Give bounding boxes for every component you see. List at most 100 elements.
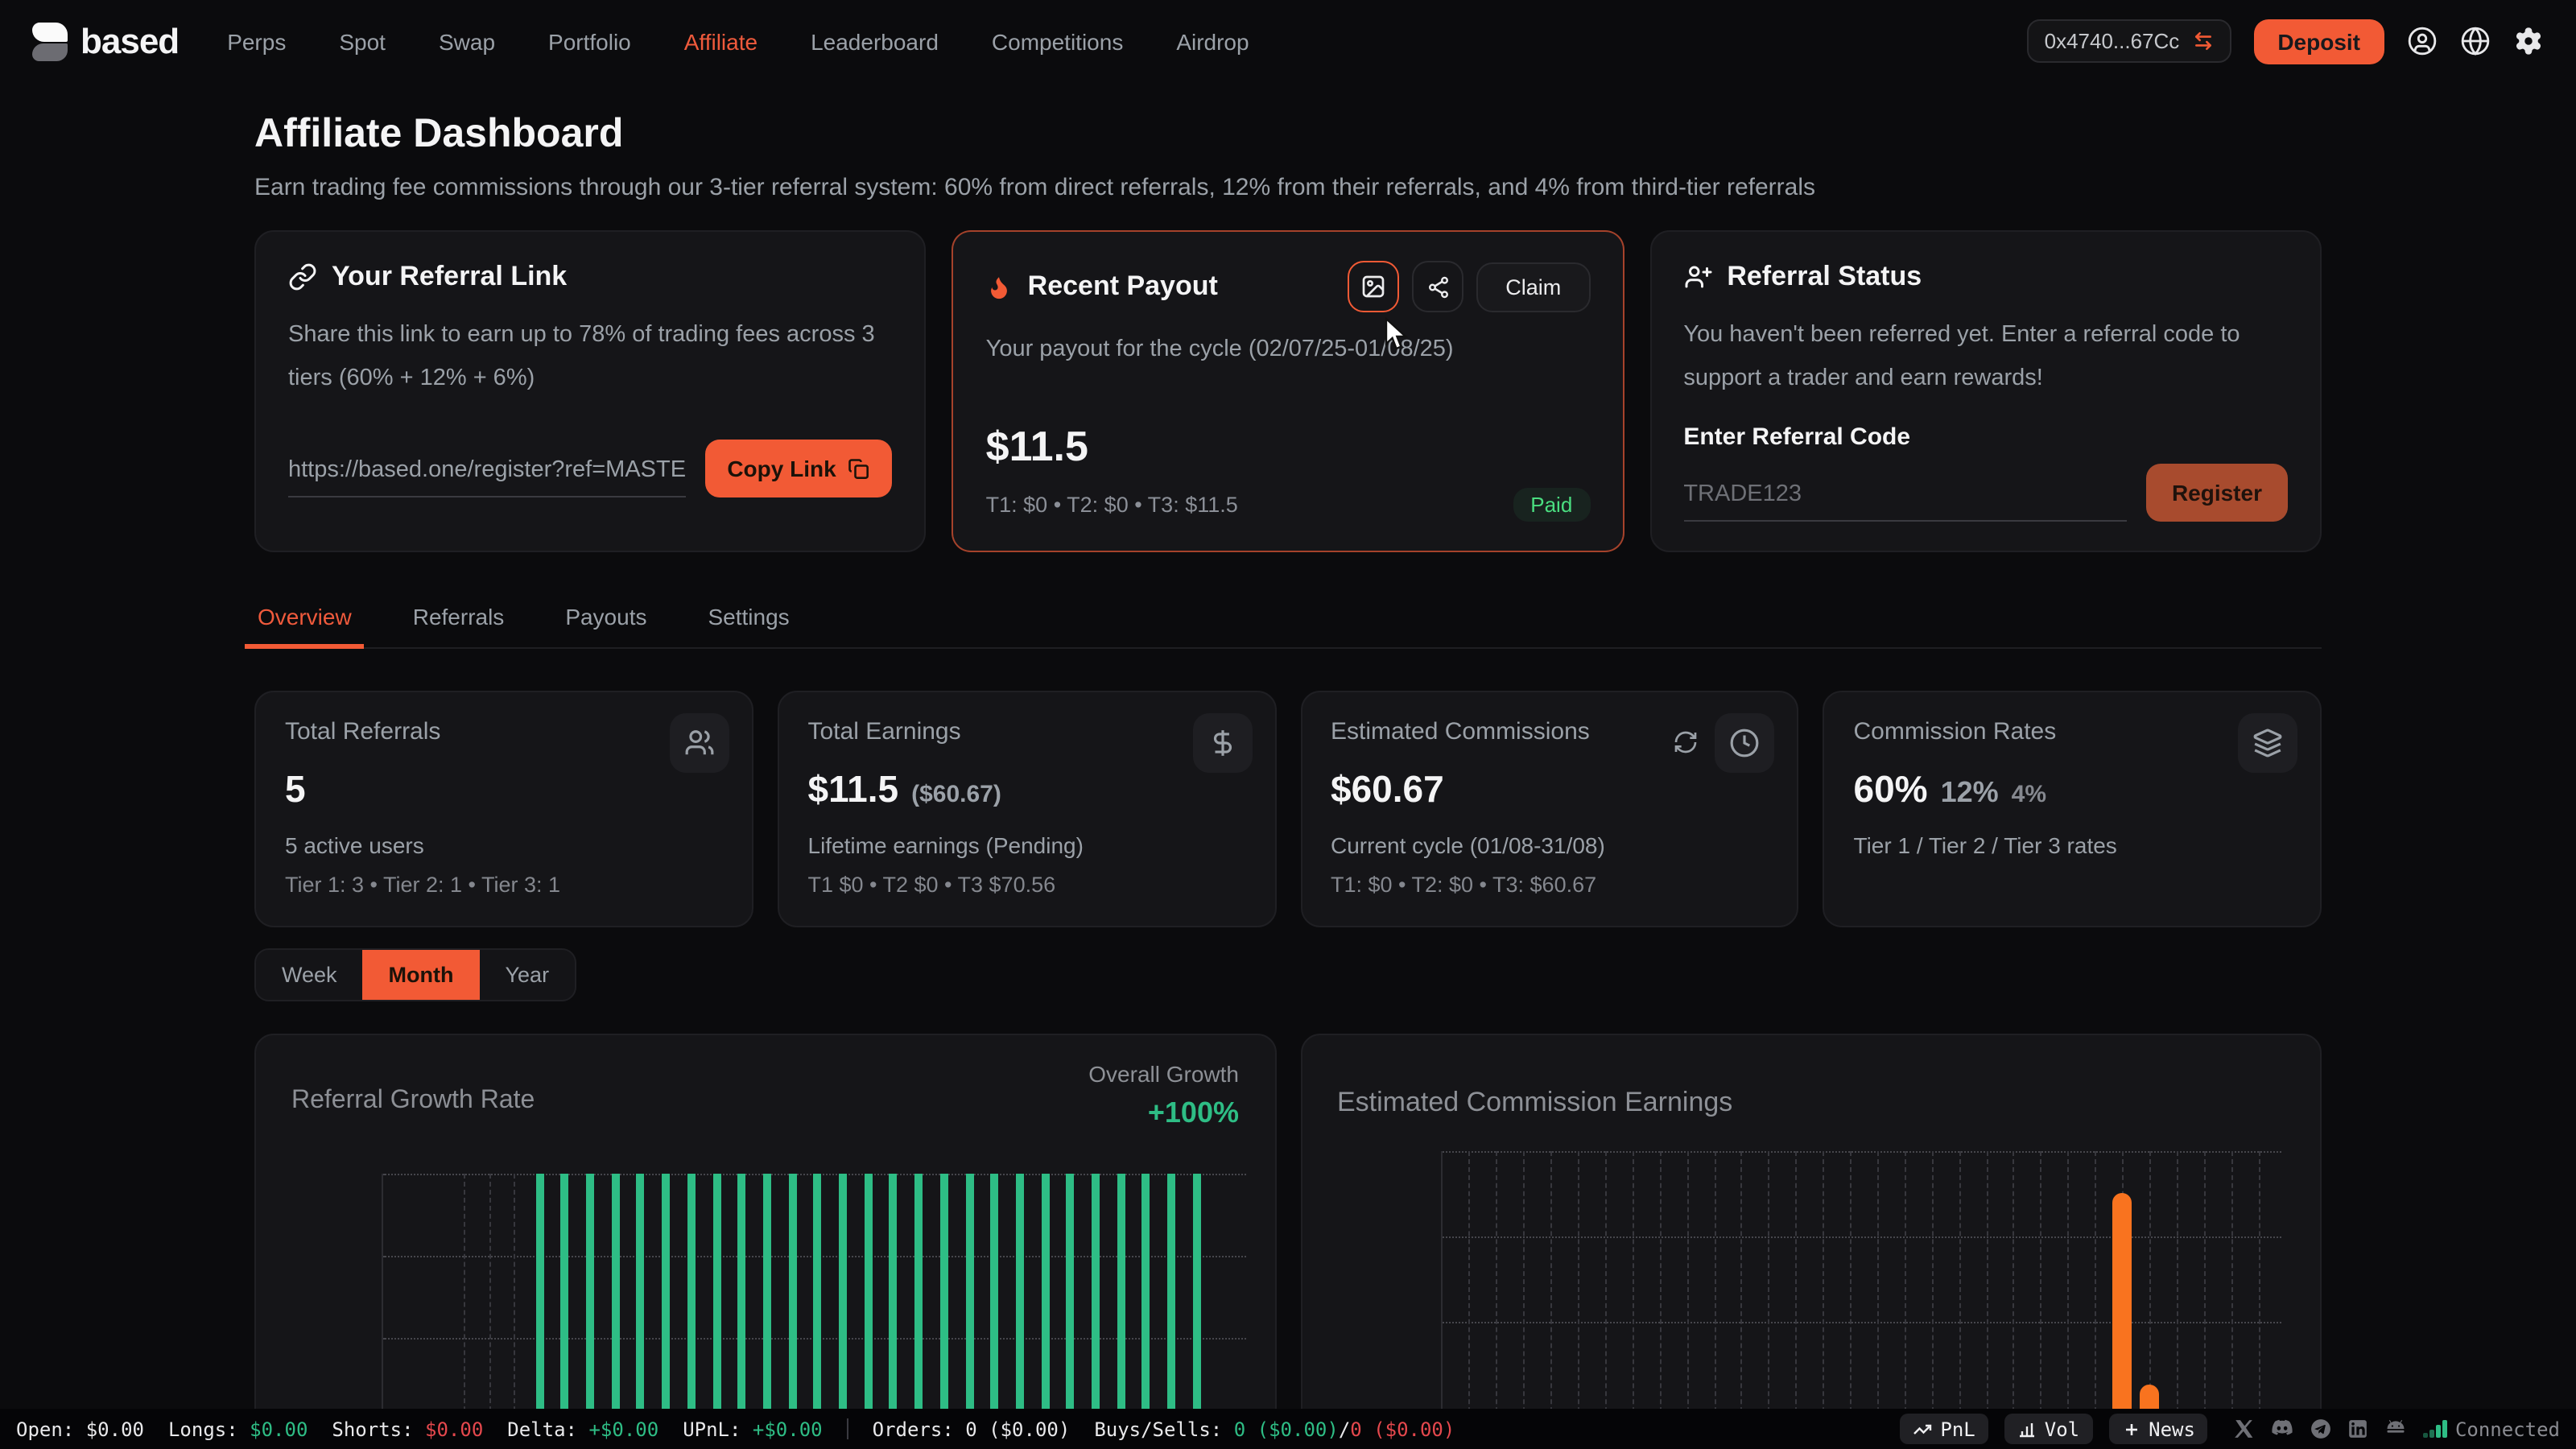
telegram-icon[interactable] (2311, 1418, 2332, 1439)
wallet-address: 0x4740...67Cc (2045, 29, 2180, 53)
tab-payouts[interactable]: Payouts (562, 593, 650, 646)
nav-item-perps[interactable]: Perps (227, 28, 286, 54)
period-month-button[interactable]: Month (363, 949, 480, 999)
earnings-gridline-v (1850, 1150, 1852, 1449)
growth-bar (637, 1173, 645, 1449)
period-year-button[interactable]: Year (480, 949, 576, 999)
growth-gridline-v (464, 1173, 465, 1449)
status-bar: Open: $0.00 Longs: $0.00 Shorts: $0.00 D… (0, 1409, 2576, 1449)
discord-icon[interactable] (2271, 1418, 2295, 1439)
earnings-gridline-v (1959, 1150, 1960, 1449)
overall-growth-label: Overall Growth (1088, 1060, 1239, 1086)
nav-item-spot[interactable]: Spot (339, 28, 386, 54)
earnings-gridline-v (2095, 1150, 2096, 1449)
growth-bar (788, 1173, 796, 1449)
upnl-stat: UPnL: +$0.00 (683, 1418, 822, 1440)
referral-status-description: You haven't been referred yet. Enter a r… (1683, 314, 2288, 400)
connection-label: Connected (2455, 1418, 2560, 1440)
earnings-gridline-v (1986, 1150, 1988, 1449)
wallet-address-pill[interactable]: 0x4740...67Cc (2027, 19, 2231, 63)
referral-code-label: Enter Referral Code (1683, 423, 2288, 450)
nav-item-swap[interactable]: Swap (439, 28, 495, 54)
vol-button[interactable]: Vol (2004, 1414, 2092, 1444)
brand-logo[interactable]: based (32, 20, 179, 62)
settings-button[interactable] (2513, 26, 2544, 56)
app-viewport: based Perps Spot Swap Portfolio Affiliat… (0, 0, 2576, 1449)
claim-button[interactable]: Claim (1476, 262, 1590, 312)
stat-cards: Total Referrals 5 5 active users Tier 1:… (254, 690, 2322, 927)
stat-value-secondary: ($60.67) (911, 780, 1001, 807)
deposit-button[interactable]: Deposit (2253, 19, 2384, 64)
growth-bar (586, 1173, 594, 1449)
nav-right: 0x4740...67Cc Deposit (2027, 19, 2544, 64)
earnings-gridline-v (1578, 1150, 1579, 1449)
refresh-icon[interactable] (1674, 729, 1699, 755)
earnings-gridline-v (2041, 1150, 2042, 1449)
growth-bar (1092, 1173, 1100, 1449)
copy-link-button[interactable]: Copy Link (704, 439, 892, 497)
referral-link-title: Your Referral Link (332, 261, 567, 293)
image-icon (1360, 274, 1386, 299)
rate-tier2: 12% (1941, 775, 1999, 809)
growth-bar (1016, 1173, 1024, 1449)
stat-title: Total Referrals (285, 717, 723, 745)
shorts-stat: Shorts: $0.00 (332, 1418, 483, 1440)
nav-item-competitions[interactable]: Competitions (992, 28, 1123, 54)
account-button[interactable] (2407, 26, 2438, 56)
recent-payout-title: Recent Payout (1028, 270, 1218, 303)
linkedin-icon[interactable] (2348, 1418, 2369, 1439)
growth-bar (864, 1173, 872, 1449)
pnl-button[interactable]: PnL (1900, 1414, 1988, 1444)
overall-growth-value: +100% (1088, 1096, 1239, 1129)
period-week-button[interactable]: Week (256, 949, 363, 999)
growth-bar (814, 1173, 822, 1449)
delta-stat: Delta: +$0.00 (507, 1418, 658, 1440)
tab-settings[interactable]: Settings (705, 593, 793, 646)
copy-icon (848, 456, 870, 479)
stat-title: Commission Rates (1854, 717, 2292, 745)
brand-name: based (80, 20, 179, 62)
earnings-gridline-v (1741, 1150, 1743, 1449)
x-twitter-icon[interactable] (2234, 1418, 2255, 1439)
tab-overview[interactable]: Overview (254, 593, 355, 646)
earnings-gridline-v (1496, 1150, 1498, 1449)
news-button[interactable]: News (2108, 1414, 2208, 1444)
globe-icon (2460, 26, 2491, 56)
earnings-chart-plot: $32.00$24.00$16.00 (1440, 1150, 2281, 1449)
earnings-gridline-v (1605, 1150, 1607, 1449)
nav-item-portfolio[interactable]: Portfolio (548, 28, 631, 54)
earnings-gridline-v (1550, 1150, 1552, 1449)
payout-image-button[interactable] (1348, 261, 1399, 312)
growth-gridline-v (489, 1173, 490, 1449)
earnings-gridline-v (2258, 1150, 2260, 1449)
earnings-gridline-v (1714, 1150, 1715, 1449)
stat-value: $11.5 (808, 767, 899, 811)
stat-sub: Current cycle (01/08-31/08) (1331, 832, 1769, 857)
growth-bar (1193, 1173, 1201, 1449)
referral-code-input[interactable] (1683, 471, 2127, 521)
nav-item-leaderboard[interactable]: Leaderboard (811, 28, 939, 54)
earnings-gridline-v (1659, 1150, 1661, 1449)
referral-link-input[interactable] (288, 447, 685, 497)
nav-item-affiliate[interactable]: Affiliate (684, 28, 758, 54)
page-title: Affiliate Dashboard (254, 111, 2322, 158)
dashboard-tabs: Overview Referrals Payouts Settings (254, 593, 2322, 648)
tab-referrals[interactable]: Referrals (410, 593, 508, 646)
growth-bar (561, 1173, 569, 1449)
language-button[interactable] (2460, 26, 2491, 56)
payout-share-button[interactable] (1412, 261, 1463, 312)
page-subtitle: Earn trading fee commissions through our… (254, 174, 2322, 201)
growth-bar (839, 1173, 847, 1449)
stat-value: $60.67 (1331, 767, 1769, 811)
open-positions-stat: Open: $0.00 (16, 1418, 144, 1440)
earnings-gridline-v (1523, 1150, 1525, 1449)
referral-status-title: Referral Status (1727, 261, 1922, 293)
earnings-gridline-v (2177, 1150, 2178, 1449)
dollar-icon (1207, 727, 1237, 758)
register-button[interactable]: Register (2146, 463, 2288, 521)
android-icon[interactable] (2385, 1418, 2408, 1439)
bar-chart-icon (2017, 1419, 2037, 1439)
nav-item-airdrop[interactable]: Airdrop (1176, 28, 1249, 54)
earnings-chart-title: Estimated Commission Earnings (1337, 1086, 2285, 1118)
growth-bar (737, 1173, 745, 1449)
